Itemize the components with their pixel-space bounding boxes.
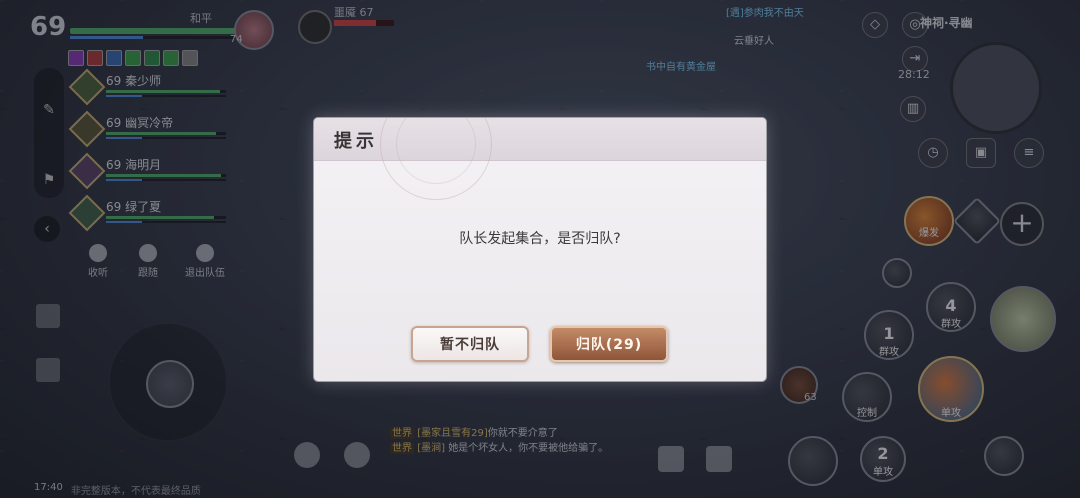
return-to-team-button[interactable]: 归队(29) (550, 326, 668, 362)
dialog-header: 提示 (314, 118, 766, 200)
rally-dialog: 提示 队长发起集合，是否归队? 暂不归队 归队(29) (314, 118, 766, 381)
dialog-title: 提示 (334, 131, 378, 152)
decline-return-button[interactable]: 暂不归队 (411, 326, 529, 362)
dialog-message: 队长发起集合，是否归队? (459, 231, 621, 247)
